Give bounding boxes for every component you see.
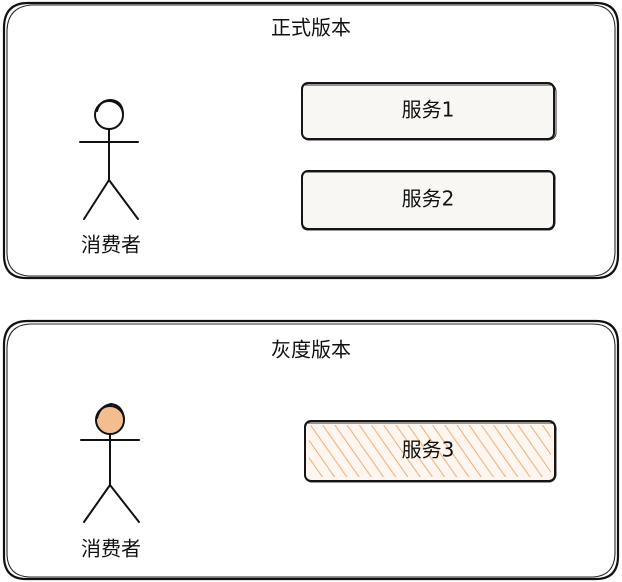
- gray-version-group: 灰度版本 消费者 服务3: [2, 319, 620, 581]
- official-version-group: 正式版本 消费者 服务1 服务2: [2, 1, 620, 280]
- service-1-label: 服务1: [402, 98, 455, 122]
- service-1-node: 服务1: [301, 82, 557, 141]
- official-consumer-label: 消费者: [81, 233, 141, 257]
- service-2-label: 服务2: [402, 187, 455, 211]
- service-3-label: 服务3: [402, 438, 455, 462]
- diagram-svg: 正式版本 消费者 服务1 服务2 灰度版本 消费者 服务3: [2, 1, 620, 581]
- official-version-title: 正式版本: [271, 16, 351, 40]
- service-2-node: 服务2: [301, 170, 556, 231]
- gray-consumer-label: 消费者: [81, 537, 141, 561]
- gray-version-title: 灰度版本: [271, 338, 351, 362]
- diagram-canvas: 正式版本 消费者 服务1 服务2 灰度版本 消费者 服务3: [0, 0, 622, 582]
- service-3-node: 服务3: [304, 420, 557, 483]
